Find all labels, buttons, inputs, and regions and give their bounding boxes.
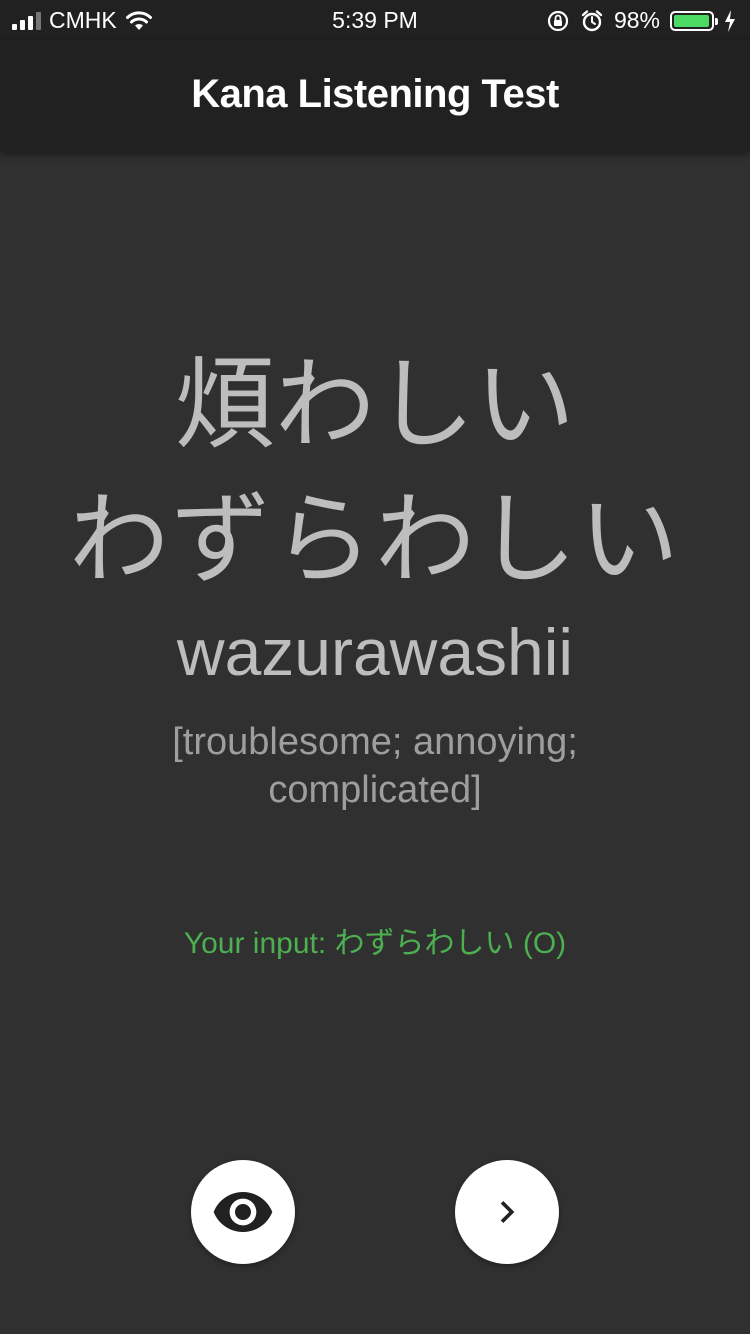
charging-icon — [725, 9, 735, 32]
alarm-icon — [581, 9, 603, 31]
page-title: Kana Listening Test — [191, 71, 559, 116]
status-bar: CMHK 5:39 PM 98% — [0, 0, 750, 40]
user-input-result: Your input: わずらわしい (O) — [183, 927, 567, 960]
next-button[interactable] — [455, 1160, 559, 1264]
orientation-lock-icon — [547, 10, 569, 31]
battery-icon — [670, 10, 718, 31]
kana-word: わずらわしい — [69, 481, 681, 598]
reveal-button[interactable] — [191, 1160, 295, 1264]
word-card: 煩わしい わずらわしい wazurawashii [troublesome; a… — [0, 152, 750, 962]
status-right: 98% — [546, 7, 736, 34]
kanji-word: 煩わしい — [175, 346, 575, 463]
chevron-right-icon — [500, 1201, 515, 1223]
english-meaning: [troublesome; annoying; complicated] — [172, 721, 578, 811]
eye-icon — [213, 1192, 273, 1232]
battery-level-fill — [674, 14, 710, 27]
app-bar: Kana Listening Test — [0, 40, 750, 152]
battery-percent: 98% — [613, 7, 660, 33]
screen: CMHK 5:39 PM 98% Kana Listening Test 煩わし… — [0, 0, 750, 1334]
romaji-reading: wazurawashii — [176, 615, 574, 689]
